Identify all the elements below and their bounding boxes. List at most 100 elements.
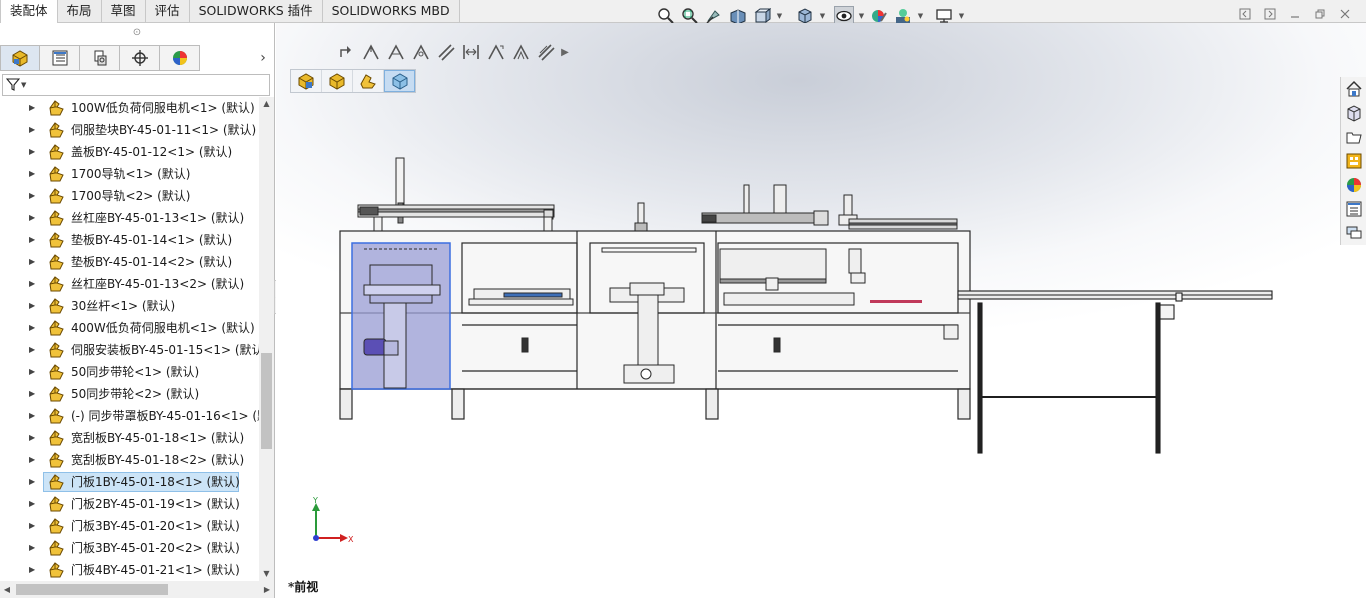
dimxpertmanager-icon[interactable] — [120, 45, 160, 71]
tree-item[interactable]: ▶ 门板3BY-45-01-20<2> (默认) — [0, 537, 259, 559]
part-icon — [46, 495, 66, 513]
scroll-thumb[interactable] — [261, 353, 272, 449]
graphics-area[interactable]: ▶ Y X *前视 — [276, 23, 1366, 598]
center-cylinder — [634, 202, 648, 234]
expand-arrow-icon[interactable]: ▶ — [29, 301, 37, 311]
expand-arrow-icon[interactable]: ▶ — [29, 125, 37, 135]
expand-arrow-icon[interactable]: ▶ — [29, 389, 37, 399]
collapse-handle-icon[interactable]: ⊙ — [0, 23, 274, 41]
close-icon[interactable] — [1338, 7, 1352, 21]
tab-3[interactable]: 评估 — [145, 0, 190, 22]
hscroll-thumb[interactable] — [16, 584, 168, 595]
tab-5[interactable]: SOLIDWORKS MBD — [322, 0, 460, 22]
tree-item[interactable]: ▶ 30丝杆<1> (默认) — [0, 295, 259, 317]
featuremanager-tree-icon[interactable] — [0, 45, 40, 71]
tree-filter[interactable]: ▼ — [2, 74, 270, 96]
tree-item[interactable]: ▶ 400W低负荷伺服电机<1> (默认) — [0, 317, 259, 339]
expand-arrow-icon[interactable]: ▶ — [29, 103, 37, 113]
assembly-model-front-view[interactable] — [334, 153, 1280, 463]
restore-icon[interactable] — [1313, 7, 1327, 21]
context-toolbar-more-icon[interactable]: ▶ — [559, 47, 571, 58]
constraint-angle-icon[interactable] — [359, 41, 383, 63]
view-palette-icon[interactable] — [1342, 150, 1366, 172]
constraint-parallel-icon[interactable] — [434, 41, 458, 63]
tab-1[interactable]: 布局 — [57, 0, 102, 22]
scroll-right-icon[interactable]: ▶ — [260, 581, 274, 598]
constraint-angle-icon[interactable] — [484, 41, 508, 63]
expand-arrow-icon[interactable]: ▶ — [29, 345, 37, 355]
tree-item[interactable]: ▶ 门板1BY-45-01-18<1> (默认) — [0, 471, 259, 493]
tree-vertical-scrollbar[interactable]: ▲ ▼ — [259, 97, 274, 581]
tab-4[interactable]: SOLIDWORKS 插件 — [189, 0, 323, 22]
expand-arrow-icon[interactable]: ▶ — [29, 169, 37, 179]
constraint-parallel-icon[interactable] — [534, 41, 558, 63]
propertymanager-icon[interactable] — [40, 45, 80, 71]
tree-item[interactable]: ▶ 50同步带轮<2> (默认) — [0, 383, 259, 405]
expand-arrow-icon[interactable]: ▶ — [29, 521, 37, 531]
filter-solid-icon[interactable] — [384, 70, 415, 92]
expand-arrow-icon[interactable]: ▶ — [29, 433, 37, 443]
tree-item[interactable]: ▶ 垫板BY-45-01-14<1> (默认) — [0, 229, 259, 251]
tree-item[interactable]: ▶ 伺服垫块BY-45-01-11<1> (默认) — [0, 119, 259, 141]
configurationmanager-icon[interactable] — [80, 45, 120, 71]
expand-arrow-icon[interactable]: ▶ — [29, 499, 37, 509]
custom-properties-icon[interactable] — [1342, 198, 1366, 220]
tree-item[interactable]: ▶ 1700导轨<2> (默认) — [0, 185, 259, 207]
tab-2[interactable]: 草图 — [101, 0, 146, 22]
tree-item[interactable]: ▶ 门板4BY-45-01-21<1> (默认) — [0, 559, 259, 581]
tree-item[interactable]: ▶ 宽刮板BY-45-01-18<1> (默认) — [0, 427, 259, 449]
expand-arrow-icon[interactable]: ▶ — [29, 257, 37, 267]
constraint-distance-icon[interactable] — [459, 41, 483, 63]
panel-tabs-next-icon[interactable]: › — [255, 50, 271, 66]
panel-restore-right-icon[interactable] — [1263, 7, 1277, 21]
filter-dropdown-icon[interactable]: ▼ — [21, 81, 26, 89]
minimize-icon[interactable] — [1288, 7, 1302, 21]
constraint-angle-icon[interactable] — [384, 41, 408, 63]
tree-item[interactable]: ▶ 宽刮板BY-45-01-18<2> (默认) — [0, 449, 259, 471]
design-library-icon[interactable] — [1342, 102, 1366, 124]
expand-arrow-icon[interactable]: ▶ — [29, 477, 37, 487]
expand-arrow-icon[interactable]: ▶ — [29, 455, 37, 465]
tree-item[interactable]: ▶ 50同步带轮<1> (默认) — [0, 361, 259, 383]
expand-arrow-icon[interactable]: ▶ — [29, 191, 37, 201]
tree-horizontal-scrollbar[interactable]: ◀ ▶ — [0, 581, 274, 598]
tree-item[interactable]: ▶ 100W低负荷伺服电机<1> (默认) — [0, 97, 259, 119]
tab-0[interactable]: 装配体 — [0, 0, 58, 23]
file-explorer-icon[interactable] — [1342, 126, 1366, 148]
scroll-up-icon[interactable]: ▲ — [259, 97, 274, 111]
expand-arrow-icon[interactable]: ▶ — [29, 543, 37, 553]
tree-item[interactable]: ▶ 垫板BY-45-01-14<2> (默认) — [0, 251, 259, 273]
expand-arrow-icon[interactable]: ▶ — [29, 147, 37, 157]
appearances-icon[interactable] — [1342, 174, 1366, 196]
expand-arrow-icon[interactable]: ▶ — [29, 279, 37, 289]
expand-arrow-icon[interactable]: ▶ — [29, 411, 37, 421]
tree-item[interactable]: ▶ 丝杠座BY-45-01-13<1> (默认) — [0, 207, 259, 229]
home-icon[interactable] — [1342, 78, 1366, 100]
expand-arrow-icon[interactable]: ▶ — [29, 213, 37, 223]
displaymanager-icon[interactable] — [160, 45, 200, 71]
tree-item[interactable]: ▶ 伺服安装板BY-45-01-15<1> (默认 — [0, 339, 259, 361]
tree-item[interactable]: ▶ 1700导轨<1> (默认) — [0, 163, 259, 185]
filter-subassembly-icon[interactable] — [322, 70, 353, 92]
constraint-angle-icon[interactable] — [509, 41, 533, 63]
part-icon — [46, 385, 66, 403]
tree-item[interactable]: ▶ (-) 同步带罩板BY-45-01-16<1> (默 — [0, 405, 259, 427]
constraint-angle-icon[interactable] — [409, 41, 433, 63]
part-icon — [46, 231, 66, 249]
tree-item[interactable]: ▶ 门板3BY-45-01-20<1> (默认) — [0, 515, 259, 537]
tree-item[interactable]: ▶ 丝杠座BY-45-01-13<2> (默认) — [0, 273, 259, 295]
filter-toolbox-icon[interactable] — [353, 70, 384, 92]
redo-arrow-icon[interactable] — [334, 41, 358, 63]
tree-item[interactable]: ▶ 门板2BY-45-01-19<1> (默认) — [0, 493, 259, 515]
expand-arrow-icon[interactable]: ▶ — [29, 367, 37, 377]
scroll-left-icon[interactable]: ◀ — [0, 581, 14, 598]
expand-arrow-icon[interactable]: ▶ — [29, 323, 37, 333]
expand-arrow-icon[interactable]: ▶ — [29, 565, 37, 575]
tree-item[interactable]: ▶ 盖板BY-45-01-12<1> (默认) — [0, 141, 259, 163]
filter-components-icon[interactable] — [291, 70, 322, 92]
filter-icon[interactable] — [5, 77, 21, 94]
scroll-down-icon[interactable]: ▼ — [259, 567, 274, 581]
panel-restore-left-icon[interactable] — [1238, 7, 1252, 21]
forum-icon[interactable] — [1342, 222, 1366, 244]
expand-arrow-icon[interactable]: ▶ — [29, 235, 37, 245]
